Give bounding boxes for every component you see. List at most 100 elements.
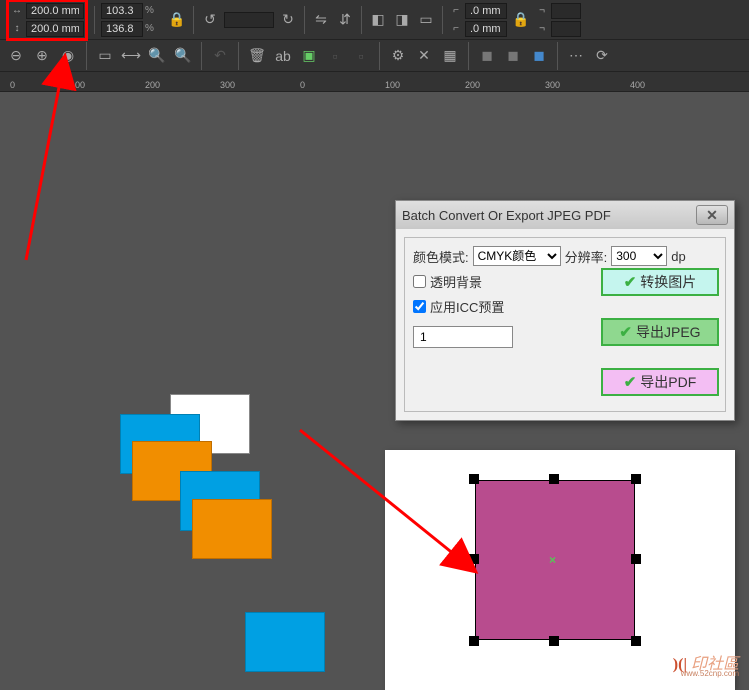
button-label: 导出JPEG xyxy=(636,322,701,342)
selection-handle[interactable] xyxy=(469,636,479,646)
corner-icon: ¬ xyxy=(535,23,549,35)
separator xyxy=(361,6,362,34)
blue-rect[interactable] xyxy=(245,612,325,672)
scale-x-field[interactable] xyxy=(101,3,143,19)
separator xyxy=(304,6,305,34)
gear-icon[interactable]: ⚙ xyxy=(388,46,408,66)
color-mode-label: 颜色模式: xyxy=(413,247,469,266)
separator xyxy=(94,6,95,34)
dialog-titlebar[interactable]: Batch Convert Or Export JPEG PDF ✕ xyxy=(396,201,734,229)
properties-toolbar: ↔ ↕ % % 🔒 ↺ ↻ ⇋ ⇵ ◧ ◨ ▭ ⌐ xyxy=(0,0,749,40)
color-mode-select[interactable]: CMYK颜色 xyxy=(473,246,561,266)
corner-icon: ⌐ xyxy=(449,5,463,17)
align-icon[interactable]: ◨ xyxy=(392,10,412,30)
separator xyxy=(468,42,469,70)
ruler-tick: 200 xyxy=(465,80,480,90)
separator xyxy=(557,42,558,70)
page-icon[interactable]: ▭ xyxy=(95,46,115,66)
more-icon[interactable]: ⋯ xyxy=(566,46,586,66)
swatch-icon[interactable]: ◼ xyxy=(529,46,549,66)
selection-handle[interactable] xyxy=(549,474,559,484)
swatch-icon[interactable]: ◼ xyxy=(477,46,497,66)
ruler-icon[interactable]: ⟷ xyxy=(121,46,141,66)
corner-bottom-field[interactable] xyxy=(465,21,507,37)
separator xyxy=(238,42,239,70)
swatch-icon[interactable]: ◼ xyxy=(503,46,523,66)
export-jpeg-button[interactable]: ✔ 导出JPEG xyxy=(601,318,719,346)
undo-icon[interactable]: ↶ xyxy=(210,46,230,66)
height-icon: ↕ xyxy=(10,23,24,35)
align-icon[interactable]: ▭ xyxy=(416,10,436,30)
selection-handle[interactable] xyxy=(631,474,641,484)
button-label: 导出PDF xyxy=(640,372,696,392)
size-fields-highlight: ↔ ↕ xyxy=(6,0,88,41)
rotation-field[interactable] xyxy=(224,12,274,28)
new-icon[interactable]: ▣ xyxy=(299,46,319,66)
zoom-fit-icon[interactable]: ◉ xyxy=(58,46,78,66)
width-field[interactable] xyxy=(26,3,84,19)
close-icon[interactable]: ✕ xyxy=(414,46,434,66)
dpi-label: 分辨率: xyxy=(565,247,608,266)
flip-v-icon[interactable]: ⇵ xyxy=(335,10,355,30)
trash-icon[interactable]: 🗑 xyxy=(247,46,267,66)
dpi-select[interactable]: 300 xyxy=(611,246,667,266)
corner-icon: ⌐ xyxy=(449,23,463,35)
percent-label: % xyxy=(145,23,163,34)
transparent-bg-checkbox[interactable] xyxy=(413,275,426,288)
orange-rect[interactable] xyxy=(192,499,272,559)
selection-handle[interactable] xyxy=(469,554,479,564)
number-input[interactable] xyxy=(413,326,513,348)
ruler-tick: 300 xyxy=(220,80,235,90)
ruler-tick: 400 xyxy=(630,80,645,90)
check-icon: ✔ xyxy=(619,323,632,341)
check-icon: ✔ xyxy=(624,273,637,291)
check-icon: ✔ xyxy=(624,373,637,391)
convert-image-button[interactable]: ✔ 转换图片 xyxy=(601,268,719,296)
layers-icon[interactable]: ▫ xyxy=(325,46,345,66)
icc-checkbox[interactable] xyxy=(413,300,426,313)
rotate-right-icon[interactable]: ↻ xyxy=(278,10,298,30)
ruler-tick: 300 xyxy=(545,80,560,90)
separator xyxy=(379,42,380,70)
export-pdf-button[interactable]: ✔ 导出PDF xyxy=(601,368,719,396)
lock-ratio-icon[interactable]: 🔒 xyxy=(167,10,187,30)
flip-h-icon[interactable]: ⇋ xyxy=(311,10,331,30)
zoom-out-icon[interactable]: ⊖ xyxy=(6,46,26,66)
grid-icon[interactable]: ▦ xyxy=(440,46,460,66)
selection-handle[interactable] xyxy=(469,474,479,484)
corner-field[interactable] xyxy=(551,21,581,37)
ruler-tick: 100 xyxy=(70,80,85,90)
separator xyxy=(86,42,87,70)
dialog-title-text: Batch Convert Or Export JPEG PDF xyxy=(402,208,611,223)
selection-handle[interactable] xyxy=(631,554,641,564)
corner-top-field[interactable] xyxy=(465,3,507,19)
search-icon[interactable]: 🔍 xyxy=(173,46,193,66)
rotate-left-icon[interactable]: ↺ xyxy=(200,10,220,30)
lock-corner-icon[interactable]: 🔒 xyxy=(511,10,531,30)
tools-toolbar: ⊖ ⊕ ◉ ▭ ⟷ 🔍 🔍 ↶ 🗑 ab ▣ ▫ ▫ ⚙ ✕ ▦ ◼ ◼ ◼ ⋯… xyxy=(0,40,749,72)
selection-handle[interactable] xyxy=(631,636,641,646)
misc-icon[interactable]: ▫ xyxy=(351,46,371,66)
ruler-tick: 0 xyxy=(300,80,305,90)
export-dialog: Batch Convert Or Export JPEG PDF ✕ 颜色模式:… xyxy=(395,200,735,421)
text-icon[interactable]: ab xyxy=(273,46,293,66)
separator xyxy=(201,42,202,70)
separator xyxy=(442,6,443,34)
dialog-close-button[interactable]: ✕ xyxy=(696,205,728,225)
watermark-url: www.52cnp.com xyxy=(681,669,739,678)
align-icon[interactable]: ◧ xyxy=(368,10,388,30)
center-marker: × xyxy=(549,553,556,567)
selection-handle[interactable] xyxy=(549,636,559,646)
transparent-bg-label: 透明背景 xyxy=(430,272,482,291)
horizontal-ruler: 0 100 200 300 0 100 200 300 400 xyxy=(0,72,749,92)
scale-y-field[interactable] xyxy=(101,21,143,37)
refresh-icon[interactable]: ⟳ xyxy=(592,46,612,66)
ruler-tick: 100 xyxy=(385,80,400,90)
width-icon: ↔ xyxy=(10,5,24,17)
height-field[interactable] xyxy=(26,21,84,37)
zoom-in-icon[interactable]: ⊕ xyxy=(32,46,52,66)
search-icon[interactable]: 🔍 xyxy=(147,46,167,66)
corner-field[interactable] xyxy=(551,3,581,19)
ruler-tick: 0 xyxy=(10,80,15,90)
dpi-unit: dp xyxy=(671,249,685,264)
